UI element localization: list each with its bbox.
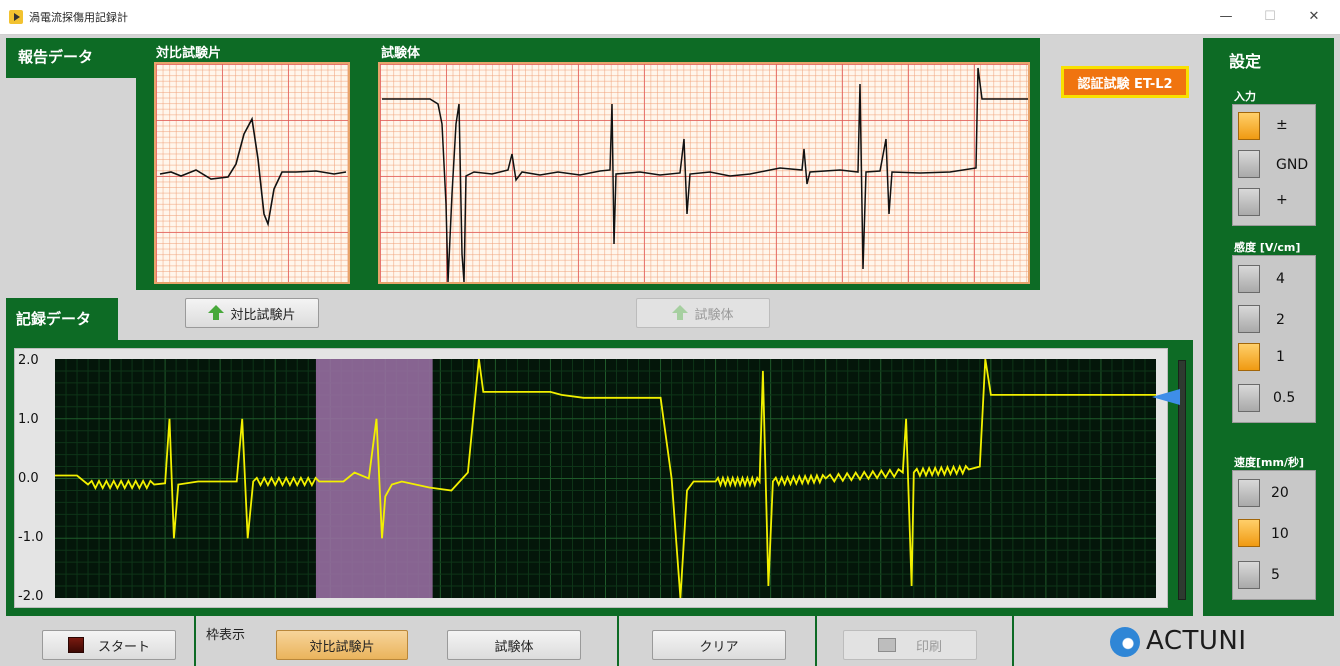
- sensitivity-option-label: 1: [1276, 349, 1285, 365]
- maximize-button[interactable]: ☐: [1256, 6, 1284, 28]
- actuni-logo-icon: [1110, 627, 1140, 657]
- arrow-up-icon: [672, 305, 689, 321]
- window-titlebar: 渦電流探傷用記録計 — ☐ ✕: [0, 0, 1340, 35]
- settings-title: 設定: [1229, 52, 1262, 71]
- input-option-label: ±: [1276, 117, 1288, 133]
- record-chart-svg: [55, 358, 1156, 599]
- input-option-pm[interactable]: [1238, 112, 1260, 140]
- speed-option-label: 10: [1271, 526, 1289, 542]
- window-title: 渦電流探傷用記録計: [29, 11, 128, 24]
- input-option-gnd[interactable]: [1238, 150, 1260, 178]
- frame-display-label: 枠表示: [206, 628, 246, 643]
- y-tick-label: -1.0: [18, 530, 44, 545]
- frame-compare-button[interactable]: 対比試験片: [276, 630, 408, 660]
- frame-highlight-band: [315, 359, 433, 598]
- sensitivity-option-2[interactable]: [1238, 305, 1260, 333]
- sensitivity-option-0-5[interactable]: [1238, 384, 1260, 412]
- report-specimen-button[interactable]: 試験体: [636, 298, 770, 328]
- print-button-label: 印刷: [915, 639, 942, 655]
- input-section-label: 入力: [1234, 90, 1256, 103]
- sensitivity-option-label: 0.5: [1273, 390, 1296, 406]
- level-slider-thumb[interactable]: [1152, 389, 1180, 405]
- toolbar-divider: [1012, 616, 1014, 666]
- input-option-label: GND: [1276, 157, 1309, 173]
- input-option-plus[interactable]: [1238, 188, 1260, 216]
- start-button[interactable]: スタート: [42, 630, 176, 660]
- specimen-chart: [378, 62, 1030, 284]
- print-button[interactable]: 印刷: [843, 630, 977, 660]
- report-compare-button[interactable]: 対比試験片: [185, 298, 319, 328]
- compare-specimen-chart: [154, 62, 350, 284]
- y-tick-label: 2.0: [18, 353, 39, 368]
- record-chart-plot[interactable]: [55, 358, 1156, 599]
- report-data-tab[interactable]: 報告データ: [6, 38, 136, 78]
- sensitivity-option-label: 2: [1276, 312, 1285, 328]
- toolbar-divider: [194, 616, 196, 666]
- speed-option-label: 20: [1271, 485, 1289, 501]
- sensitivity-section-label: 感度 [V/cm]: [1234, 241, 1301, 254]
- report-compare-button-label: 対比試験片: [230, 307, 296, 323]
- toolbar-divider: [617, 616, 619, 666]
- frame-specimen-button[interactable]: 試験体: [447, 630, 581, 660]
- start-button-label: スタート: [97, 639, 150, 655]
- certification-badge: 認証試験 ET-L2: [1061, 66, 1189, 98]
- actuni-logo-text: ACTUNI: [1146, 626, 1247, 656]
- specimen-label: 試験体: [381, 46, 421, 61]
- sensitivity-option-1[interactable]: [1238, 343, 1260, 371]
- printer-icon: [877, 638, 896, 652]
- close-button[interactable]: ✕: [1300, 6, 1328, 28]
- speed-option-5[interactable]: [1238, 561, 1260, 589]
- speed-option-label: 5: [1271, 567, 1280, 583]
- compare-specimen-label: 対比試験片: [156, 46, 222, 61]
- specimen-waveform: [382, 67, 1028, 282]
- clear-button[interactable]: クリア: [652, 630, 786, 660]
- sensitivity-option-4[interactable]: [1238, 265, 1260, 293]
- record-data-tab[interactable]: 記録データ: [6, 298, 118, 340]
- toolbar-divider: [815, 616, 817, 666]
- input-option-label: +: [1276, 192, 1288, 208]
- sensitivity-option-label: 4: [1276, 271, 1285, 287]
- app-icon: [9, 10, 23, 24]
- speed-section-label: 速度[mm/秒]: [1234, 456, 1304, 469]
- arrow-up-icon: [208, 305, 225, 321]
- y-tick-label: 0.0: [18, 471, 39, 486]
- speed-option-20[interactable]: [1238, 479, 1260, 507]
- compare-specimen-waveform: [159, 116, 347, 227]
- y-tick-label: -2.0: [18, 589, 44, 604]
- minimize-button[interactable]: —: [1212, 6, 1240, 28]
- report-specimen-button-label: 試験体: [694, 307, 734, 323]
- stop-indicator-icon: [67, 637, 84, 653]
- y-tick-label: 1.0: [18, 412, 39, 427]
- speed-option-10[interactable]: [1238, 519, 1260, 547]
